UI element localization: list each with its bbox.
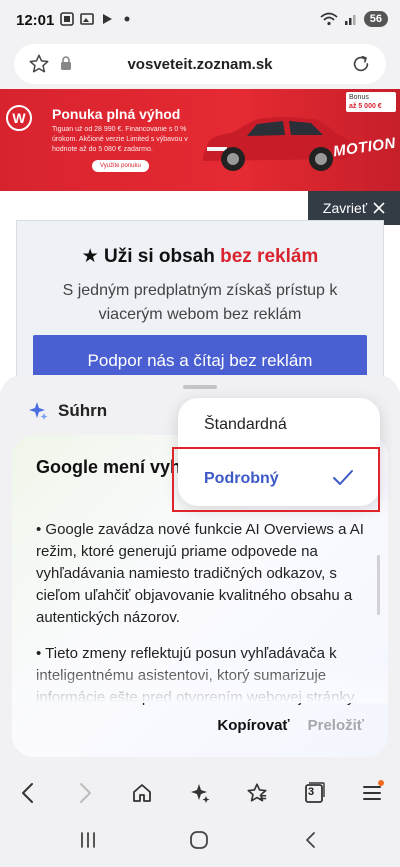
copy-button[interactable]: Kopírovať xyxy=(217,717,289,734)
system-navigation-bar xyxy=(0,816,400,867)
back-arrow-icon xyxy=(22,783,33,803)
scan-icon xyxy=(60,12,74,26)
ai-sparkle-icon xyxy=(29,402,48,420)
summary-actions: Kopírovať Preložiť xyxy=(217,717,364,734)
status-bar: 12:01 56 xyxy=(0,0,400,40)
close-ad-label: Zavrieť xyxy=(322,200,368,216)
fade-overlay xyxy=(12,663,388,703)
gallery-icon xyxy=(80,13,94,25)
selection-highlight-box xyxy=(172,447,380,512)
home-nav-icon[interactable] xyxy=(189,830,209,850)
wifi-icon xyxy=(320,12,338,26)
sparkle-icon xyxy=(191,784,210,803)
ad-banner[interactable]: W Ponuka plná výhod Tiguan už od 28 990 … xyxy=(0,89,400,191)
tab-count: 3 xyxy=(308,786,315,798)
status-indicators: 56 xyxy=(320,11,388,27)
bookmarks-button[interactable] xyxy=(244,780,270,806)
star-icon: ★ xyxy=(81,246,99,267)
address-bar[interactable]: vosveteit.zoznam.sk xyxy=(14,44,386,84)
ad-bonus-badge: Bonus až 5 000 € xyxy=(346,92,396,112)
vw-logo-icon: W xyxy=(6,105,32,131)
menu-button[interactable] xyxy=(359,780,385,806)
play-icon xyxy=(103,14,112,24)
close-icon xyxy=(373,202,385,214)
hamburger-menu-icon xyxy=(363,786,381,800)
scrollbar[interactable] xyxy=(377,555,380,615)
ad-text: Tiguan už od 28 990 €. Financovanie s 0 … xyxy=(52,126,188,153)
promo-title: ★ Uži si obsah bez reklám xyxy=(17,245,383,268)
bookmarks-star-icon xyxy=(247,783,267,802)
summary-header-label: Súhrn xyxy=(58,401,108,420)
battery-indicator: 56 xyxy=(363,11,388,27)
reload-icon[interactable] xyxy=(350,53,372,75)
notification-dot-icon xyxy=(378,780,384,786)
summary-header: Súhrn xyxy=(28,401,107,421)
promo-subtitle: S jedným predplatným získaš prístup k vi… xyxy=(62,282,338,323)
ad-bonus-value: až 5 000 € xyxy=(349,103,382,110)
status-time: 12:01 xyxy=(16,12,55,29)
forward-arrow-icon xyxy=(80,783,91,803)
home-button[interactable] xyxy=(129,780,155,806)
promo-title-prefix: Uži si obsah xyxy=(103,246,221,267)
browser-toolbar: 3 xyxy=(0,770,400,816)
signal-icon xyxy=(344,15,356,25)
back-nav-icon[interactable] xyxy=(301,830,321,850)
summary-paragraph: • Google zavádza nové funkcie AI Overvie… xyxy=(36,521,364,626)
ad-cta-button[interactable]: Využite ponuku xyxy=(92,160,149,172)
ad-bonus-label: Bonus xyxy=(349,94,369,101)
forward-button[interactable] xyxy=(73,780,99,806)
url-text[interactable]: vosveteit.zoznam.sk xyxy=(14,56,386,73)
option-standard-label: Štandardná xyxy=(204,416,287,433)
home-icon xyxy=(133,784,151,802)
drag-handle[interactable] xyxy=(183,385,217,389)
ai-assistant-button[interactable] xyxy=(187,780,213,806)
ad-title: Ponuka plná výhod xyxy=(52,106,181,122)
tabs-button[interactable]: 3 xyxy=(301,780,327,806)
recent-apps-icon[interactable] xyxy=(78,830,98,850)
translate-button[interactable]: Preložiť xyxy=(308,717,364,734)
car-image xyxy=(203,117,352,171)
notification-icons xyxy=(60,12,134,26)
promo-title-highlight: bez reklám xyxy=(220,246,319,267)
option-standard[interactable]: Štandardná xyxy=(178,398,380,452)
back-button[interactable] xyxy=(14,780,40,806)
dot-icon xyxy=(124,16,130,22)
